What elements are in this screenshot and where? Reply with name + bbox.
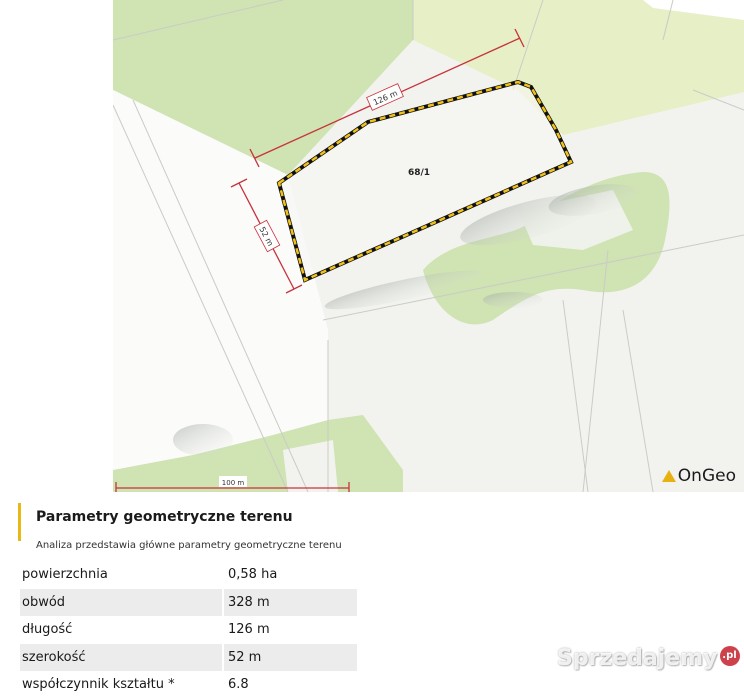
param-label: współczynnik kształtu * bbox=[20, 671, 224, 699]
param-label: szerokość bbox=[20, 643, 224, 671]
ongeo-logo-text: OnGeo bbox=[677, 466, 736, 486]
map-canvas: 126 m 52 m 100 m 68/1 bbox=[113, 0, 744, 492]
param-value: 0,58 ha bbox=[228, 567, 278, 583]
table-row: współczynnik kształtu * 6.8 bbox=[20, 671, 357, 699]
watermark: Sprzedajemy .pl bbox=[557, 646, 740, 671]
param-value: 328 m bbox=[223, 588, 357, 616]
param-value: 52 m bbox=[223, 643, 357, 671]
svg-text:100 m: 100 m bbox=[222, 479, 245, 487]
hill-shade bbox=[173, 424, 233, 456]
parameters-table: powierzchnia 0,58 ha obwód 328 m długość… bbox=[20, 561, 357, 699]
section-accent-bar bbox=[18, 503, 21, 541]
table-row: długość 126 m bbox=[20, 616, 357, 644]
hill-shade bbox=[483, 292, 543, 308]
ongeo-logo-icon bbox=[661, 470, 676, 482]
table-row: powierzchnia 0,58 ha bbox=[20, 561, 357, 589]
param-label: długość bbox=[20, 616, 224, 644]
parcel-label: 68/1 bbox=[408, 168, 430, 178]
ongeo-logo: OnGeo bbox=[661, 466, 736, 486]
param-label: powierzchnia bbox=[20, 561, 224, 589]
parcel-map[interactable]: 126 m 52 m 100 m 68/1 OnGeo bbox=[113, 0, 744, 492]
table-row: obwód 328 m bbox=[20, 588, 357, 616]
param-value: 6.8 bbox=[228, 677, 249, 693]
section-subtitle: Analiza przedstawia główne parametry geo… bbox=[36, 540, 342, 551]
watermark-text: Sprzedajemy bbox=[557, 646, 718, 671]
param-label: obwód bbox=[20, 588, 224, 616]
section-title: Parametry geometryczne terenu bbox=[36, 509, 293, 525]
watermark-badge: .pl bbox=[719, 646, 740, 666]
table-row: szerokość 52 m bbox=[20, 643, 357, 671]
scale-bar-label: 100 m bbox=[219, 476, 247, 487]
param-value: 126 m bbox=[228, 622, 270, 638]
